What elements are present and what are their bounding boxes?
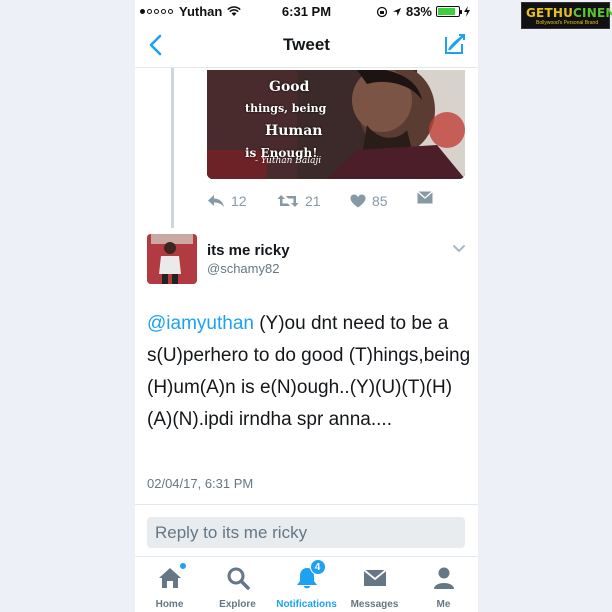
notification-dot bbox=[178, 562, 187, 570]
tab-explore[interactable]: Explore bbox=[203, 565, 272, 610]
tweet-text: @iamyuthan (Y)ou dnt need to be a s(U)pe… bbox=[147, 308, 472, 436]
phone-screen: Yuthan 6:31 PM 83% Tweet Good things, be… bbox=[135, 0, 478, 612]
search-icon bbox=[225, 565, 251, 591]
battery-percent: 83% bbox=[405, 4, 432, 19]
tab-label: Me bbox=[436, 599, 451, 610]
location-arrow-icon bbox=[392, 7, 401, 16]
charging-bolt-icon bbox=[464, 6, 470, 17]
tab-label: Explore bbox=[219, 599, 256, 610]
image-quote: Good things, being Human is Enough! bbox=[245, 79, 327, 160]
reply-count: 12 bbox=[231, 193, 247, 209]
tweet-image[interactable]: Good things, being Human is Enough! - Yu… bbox=[207, 70, 465, 179]
avatar[interactable] bbox=[147, 234, 197, 284]
tab-home[interactable]: Home bbox=[135, 562, 204, 610]
direct-message-action[interactable] bbox=[417, 191, 433, 204]
tab-notifications[interactable]: 4 Notifications bbox=[272, 559, 341, 610]
envelope-icon bbox=[362, 565, 388, 591]
retweet-count: 21 bbox=[305, 193, 321, 209]
user-display-name[interactable]: its me ricky bbox=[207, 242, 290, 259]
divider bbox=[135, 504, 478, 505]
like-action[interactable]: 85 bbox=[350, 193, 388, 209]
envelope-icon bbox=[417, 191, 433, 204]
tweet-actions: 12 21 85 bbox=[207, 190, 437, 212]
tab-messages[interactable]: Messages bbox=[340, 565, 409, 610]
notification-badge: 4 bbox=[309, 559, 326, 575]
reply-input[interactable]: Reply to its me ricky bbox=[147, 517, 465, 548]
home-icon bbox=[157, 562, 187, 591]
tweet-timestamp: 02/04/17, 6:31 PM bbox=[147, 476, 254, 491]
reply-action[interactable]: 12 bbox=[207, 193, 247, 209]
tab-label: Notifications bbox=[276, 599, 337, 610]
reply-icon bbox=[208, 195, 224, 207]
tab-label: Home bbox=[155, 599, 184, 610]
bell-icon: 4 bbox=[294, 559, 326, 591]
tab-label: Messages bbox=[350, 599, 399, 610]
image-signature: - Yuthan Balaji bbox=[255, 156, 322, 166]
battery-icon bbox=[436, 6, 462, 17]
chevron-down-icon[interactable] bbox=[452, 244, 466, 254]
watermark-subtitle: Bollywood's Personal Brand bbox=[536, 20, 599, 26]
tab-bar: Home Explore 4 Notifications Messages Me bbox=[135, 556, 478, 612]
user-handle[interactable]: @schamy82 bbox=[207, 261, 279, 276]
watermark-title: GETHUCINEMA bbox=[526, 6, 612, 20]
person-icon bbox=[431, 565, 457, 591]
tab-me[interactable]: Me bbox=[409, 565, 478, 610]
heart-icon bbox=[350, 194, 366, 208]
retweet-icon bbox=[277, 195, 299, 207]
compose-icon[interactable] bbox=[442, 31, 468, 57]
thread-line bbox=[171, 68, 174, 228]
retweet-action[interactable]: 21 bbox=[277, 193, 321, 209]
watermark-logo: GETHUCINEMA Bollywood's Personal Brand bbox=[521, 2, 612, 29]
navigation-bar: Tweet bbox=[135, 22, 478, 68]
like-count: 85 bbox=[372, 193, 388, 209]
rotation-lock-icon bbox=[376, 6, 388, 17]
mention-link[interactable]: @iamyuthan bbox=[147, 313, 254, 334]
page-title: Tweet bbox=[283, 35, 330, 54]
status-bar: Yuthan 6:31 PM 83% bbox=[135, 0, 478, 22]
status-bar-right: 83% bbox=[376, 4, 470, 19]
avatar-photo bbox=[147, 234, 197, 284]
